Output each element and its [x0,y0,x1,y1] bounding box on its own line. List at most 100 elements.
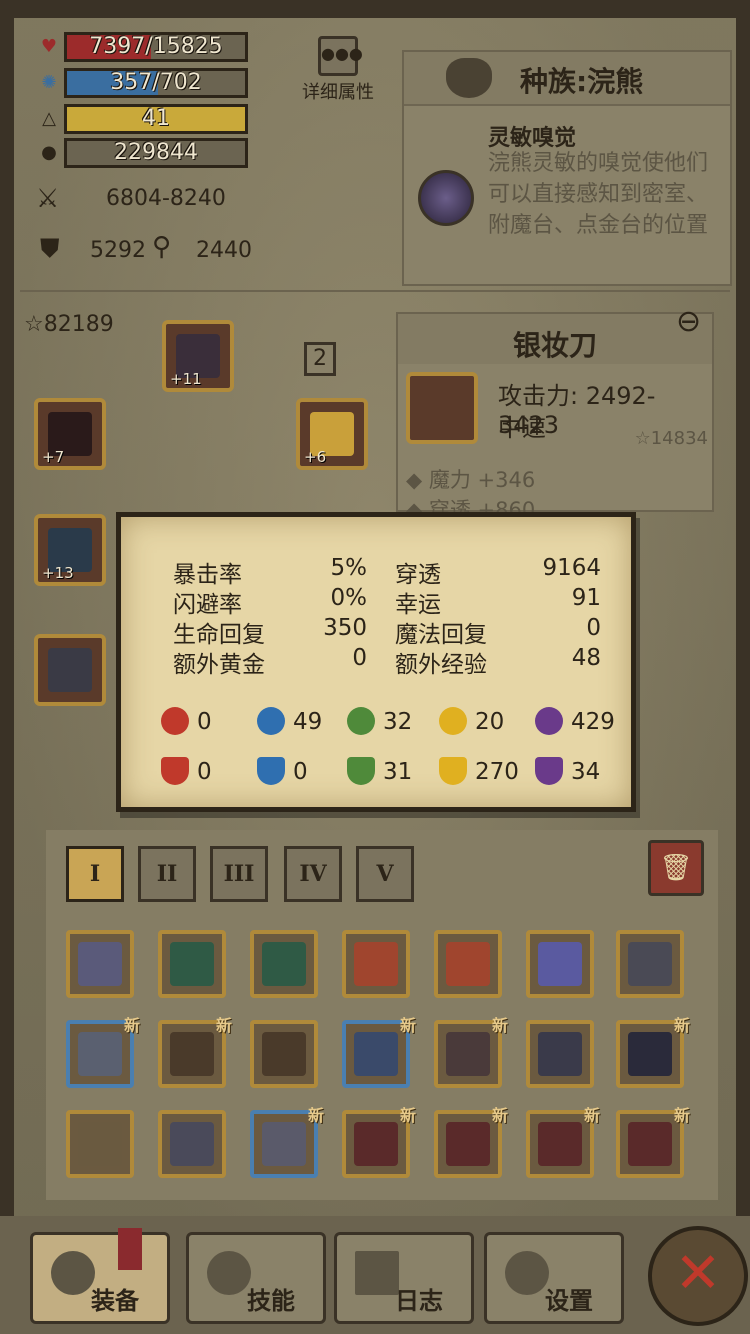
nav-equip-button[interactable]: 装备 [30,1232,170,1324]
red-boots-icon [354,1122,398,1166]
new-badge: 新 [399,1016,416,1035]
dark-armor-icon [628,1032,672,1076]
inventory-slot[interactable] [526,930,594,998]
gear-icon [505,1251,549,1295]
level-value: 41 [142,106,170,131]
inventory-slot[interactable] [66,1110,134,1178]
new-badge: 新 [399,1106,416,1125]
new-badge: 新 [307,1106,324,1125]
equip-slot-weapon[interactable]: +13 [34,514,106,586]
dark-shield-icon [535,757,563,785]
pierce-value: 9164 [542,555,601,581]
inventory-tab-3[interactable]: III [210,846,268,902]
fire-drop-icon [161,707,189,735]
inventory-slot[interactable] [434,930,502,998]
inventory-tab-5[interactable]: V [356,846,414,902]
level-bar: 41 [64,104,248,134]
inventory-slot[interactable]: 新 [434,1106,508,1178]
inventory-tab-4[interactable]: IV [284,846,342,902]
inventory-slot[interactable]: 新 [250,1106,324,1178]
nature-resist-value: 31 [383,759,413,785]
close-icon: ✕ [674,1241,722,1306]
nav-equip-label: 装备 [91,1287,139,1315]
extra-gold-label: 额外黄金 [173,652,265,678]
magic-staff-icon: ⚲ [152,232,172,262]
leaf-icon [347,707,375,735]
weapon-plus: +13 [42,564,74,582]
luck-label: 幸运 [395,592,441,618]
inventory-slot[interactable]: 新 [434,1016,508,1088]
inventory-slot[interactable] [158,930,226,998]
dodge-rate-label: 闪避率 [173,592,242,618]
weapon-stars: ☆14834 [635,428,708,449]
detail-attributes-button[interactable]: ●●● 详细属性 [300,36,376,106]
attack-value: 6804-8240 [106,186,226,211]
equip-slot-helmet[interactable]: +11 [162,320,234,392]
weapon-bonus-magic: ◆ 魔力 +346 [406,468,536,492]
green-scimitar-icon [170,942,214,986]
equip-slot-gauntlet[interactable] [34,634,106,706]
inventory-slot[interactable]: 新 [66,1016,140,1088]
mp-regen-value: 0 [586,615,601,641]
fire-attack-value: 0 [197,709,212,735]
extra-gold-value: 0 [352,645,367,671]
crossed-swords-icon: ⚔ [36,184,60,214]
mp-bar: 357/702 [64,68,248,98]
accessory-plus: +6 [304,448,327,466]
red-boots-icon [446,1122,490,1166]
inventory-slot[interactable] [526,1020,594,1088]
inventory-slot[interactable] [250,930,318,998]
nav-log-button[interactable]: 日志 [334,1232,474,1324]
armor-plus: +7 [42,448,65,466]
close-button[interactable]: ✕ [648,1226,748,1326]
weapon-bonus-magic-text: 魔力 +346 [428,468,536,492]
hood-icon [262,1032,306,1076]
inventory-tab-1[interactable]: I [66,846,124,902]
nav-skill-button[interactable]: 技能 [186,1232,326,1324]
inventory-slot[interactable]: 新 [158,1016,232,1088]
inventory-slot[interactable]: 新 [526,1106,600,1178]
inventory-slot[interactable]: 新 [342,1106,416,1178]
section-divider [20,290,730,292]
weapon-panel: 银妆刀 攻击力: 2492-3423 中速 ☆14834 ◆ 魔力 +346 ◆… [396,312,714,522]
knight-helmet-icon [78,1032,122,1076]
raccoon-skill-icon[interactable] [418,170,474,226]
inventory-slot[interactable] [616,930,684,998]
new-badge: 新 [491,1016,508,1035]
log-book-icon [355,1251,399,1295]
light-burst-icon [439,707,467,735]
crit-rate-label: 暴击率 [173,562,242,588]
frame-left [0,0,14,1334]
gold-value: 229844 [114,140,198,165]
inventory-tab-2[interactable]: II [138,846,196,902]
new-badge: 新 [673,1016,690,1035]
star-icon: ☆ [24,312,44,337]
steel-helmet-icon [628,942,672,986]
nav-settings-label: 设置 [545,1287,593,1315]
fire-resist-value: 0 [197,759,212,785]
lock-icon[interactable]: ⊖ [676,304,716,344]
inventory-slot[interactable] [342,930,410,998]
skill-description: 浣熊灵敏的嗅觉使他们可以直接感知到密室、附魔台、点金台的位置 [488,151,709,238]
helmet-plus: +11 [170,370,202,388]
equip-slot-accessory[interactable]: +6 [296,398,368,470]
luck-value: 91 [571,585,601,611]
equip-slot-armor[interactable]: +7 [34,398,106,470]
inventory-slot[interactable] [66,930,134,998]
inventory-slot[interactable]: 新 [616,1106,690,1178]
star-icon: ☆ [634,428,651,449]
inventory-slot[interactable] [158,1110,226,1178]
trash-button[interactable]: 🗑 [648,840,704,896]
nav-settings-button[interactable]: 设置 [484,1232,624,1324]
race-title-bar: 种族:浣熊 [404,52,730,106]
hp-regen-label: 生命回复 [173,622,265,648]
gold-coins-icon: ● [41,142,57,163]
inventory-slot[interactable]: 新 [616,1016,690,1088]
raccoon-icon [446,58,492,98]
crystal-sword-icon [538,942,582,986]
weapon-stars-value: 14834 [650,428,708,449]
inventory-slot[interactable]: 新 [342,1016,416,1088]
water-shield-icon [257,757,285,785]
inventory-slot[interactable] [250,1020,318,1088]
weapon-name: 银妆刀 [512,329,597,362]
